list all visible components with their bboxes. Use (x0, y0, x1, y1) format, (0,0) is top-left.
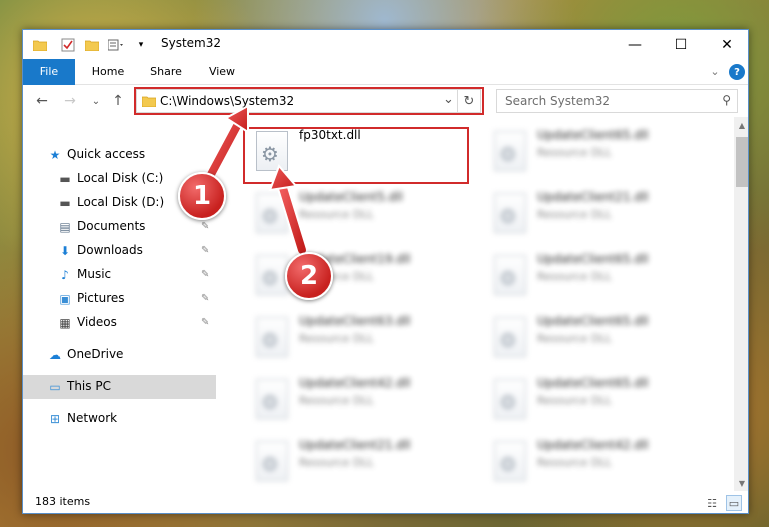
arrow-2 (268, 164, 308, 256)
annotation-arrows (202, 104, 308, 256)
arrow-1 (202, 104, 249, 186)
callout-1: 1 (178, 172, 226, 220)
callout-2: 2 (285, 252, 333, 300)
